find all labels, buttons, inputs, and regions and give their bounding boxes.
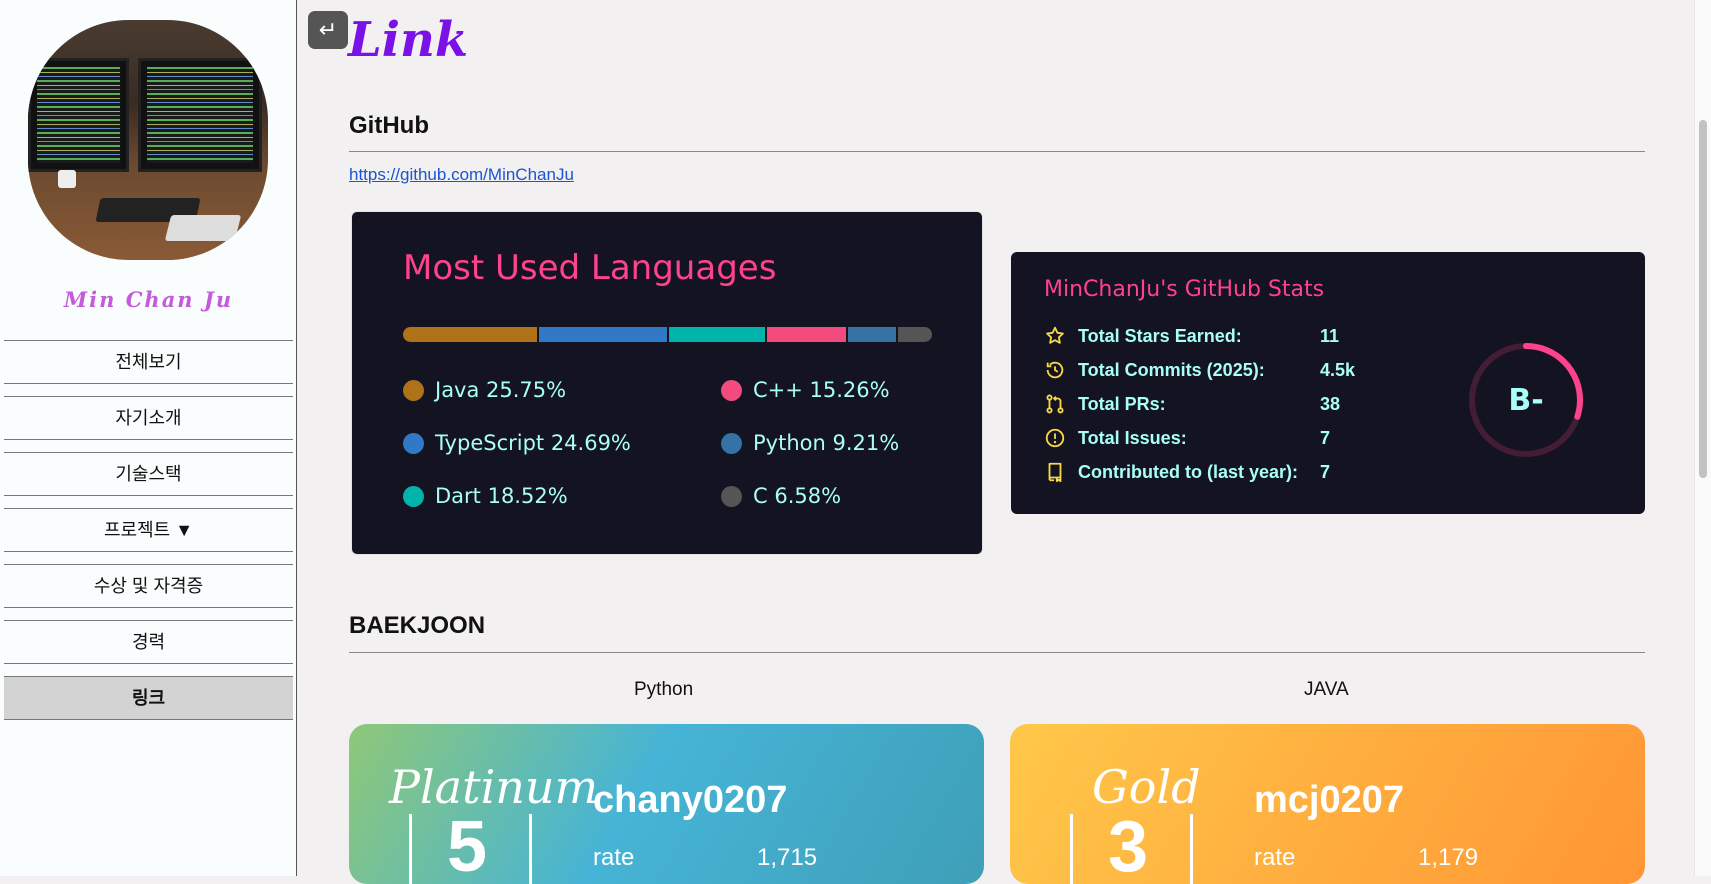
language-bar-segment: [668, 327, 765, 342]
nav-item-projects[interactable]: 프로젝트 ▼: [4, 508, 293, 552]
nav-item-tech-stack[interactable]: 기술스택: [4, 452, 293, 496]
baekjoon-card-python[interactable]: Platinum 5 chany0207 rate 1,715: [349, 724, 984, 884]
language-dot-icon: [403, 379, 424, 401]
baekjoon-username: mcj0207: [1254, 779, 1405, 821]
baekjoon-java-label: JAVA: [1304, 679, 1349, 700]
tier-level: 5: [447, 807, 488, 884]
language-legend-item: Python 9.21%: [721, 431, 899, 455]
language-dot-icon: [721, 379, 742, 401]
stat-row-commits: Total Commits (2025): 4.5k: [1044, 358, 1355, 382]
sidebar-nav: 전체보기 자기소개 기술스택 프로젝트 ▼ 수상 및 자격증 경력 링크: [4, 340, 293, 732]
pull-request-icon: [1046, 394, 1064, 414]
stat-value: 4.5k: [1320, 360, 1356, 380]
languages-bar: [403, 327, 932, 342]
nav-item-about[interactable]: 자기소개: [4, 396, 293, 440]
language-dot-icon: [721, 432, 742, 454]
rate-label: rate: [593, 844, 635, 871]
github-link[interactable]: https://github.com/MinChanJu: [349, 165, 574, 185]
language-legend-item: Dart 18.52%: [403, 484, 568, 508]
tier-name: Platinum: [389, 760, 599, 814]
rate-label: rate: [1254, 844, 1296, 871]
language-dot-icon: [721, 485, 742, 507]
nav-item-career[interactable]: 경력: [4, 620, 293, 664]
stat-row-stars: Total Stars Earned: 11: [1044, 324, 1339, 348]
nav-item-all[interactable]: 전체보기: [4, 340, 293, 384]
language-label: TypeScript 24.69%: [435, 431, 631, 455]
baekjoon-username: chany0207: [593, 779, 788, 821]
stats-card-title: MinChanJu's GitHub Stats: [1044, 277, 1325, 302]
language-legend-item: TypeScript 24.69%: [403, 431, 631, 455]
rate-value: 1,179: [1418, 844, 1479, 871]
language-label: Python 9.21%: [753, 431, 900, 455]
github-heading: GitHub: [349, 112, 429, 139]
scrollbar-thumb[interactable]: [1699, 120, 1707, 478]
language-dot-icon: [403, 485, 424, 507]
baekjoon-heading: BAEKJOON: [349, 612, 486, 639]
stat-value: 38: [1320, 394, 1341, 414]
language-bar-segment: [848, 327, 896, 342]
vertical-scrollbar[interactable]: [1694, 0, 1711, 876]
page-title: Link: [348, 12, 469, 68]
star-icon: [1046, 326, 1064, 344]
language-bar-segment: [403, 327, 537, 342]
language-bar-segment: [766, 327, 847, 342]
divider: [529, 814, 532, 884]
language-bar-segment: [897, 327, 932, 342]
sidebar: Min Chan Ju 전체보기 자기소개 기술스택 프로젝트 ▼ 수상 및 자…: [0, 0, 297, 876]
rate-value: 1,715: [757, 844, 818, 871]
most-used-languages-card: Most Used Languages Java 25.75% TypeScrip…: [351, 211, 983, 555]
repo-icon: [1048, 462, 1062, 483]
stat-value: 11: [1320, 326, 1340, 346]
back-button[interactable]: ↵: [308, 11, 348, 49]
return-arrow-icon: ↵: [318, 17, 338, 42]
language-bar-segment: [538, 327, 667, 342]
language-label: C++ 15.26%: [753, 378, 890, 402]
stat-row-contributed: Contributed to (last year): 7: [1044, 460, 1330, 484]
divider: [1070, 814, 1073, 884]
divider: [1190, 814, 1193, 884]
rank-circle: B-: [1469, 343, 1583, 457]
stat-row-issues: Total Issues: 7: [1044, 426, 1330, 450]
language-legend-item: C 6.58%: [721, 484, 841, 508]
profile-image: [28, 20, 268, 260]
stat-value: 7: [1320, 428, 1331, 448]
language-dot-icon: [403, 432, 424, 454]
divider: [409, 814, 412, 884]
github-stats-card: MinChanJu's GitHub Stats Total Stars Ear…: [1011, 252, 1645, 514]
stat-row-prs: Total PRs: 38: [1044, 392, 1340, 416]
stat-value: 7: [1320, 462, 1331, 482]
language-label: Java 25.75%: [435, 378, 567, 402]
history-icon: [1046, 361, 1064, 379]
language-legend-item: Java 25.75%: [403, 378, 566, 402]
language-legend-item: C++ 15.26%: [721, 378, 890, 402]
divider: [349, 151, 1645, 152]
rank-grade: B-: [1508, 383, 1543, 418]
tier-level: 3: [1108, 807, 1149, 884]
baekjoon-card-java[interactable]: Gold 3 mcj0207 rate 1,179: [1010, 724, 1645, 884]
issue-icon: [1045, 428, 1065, 448]
language-label: C 6.58%: [753, 484, 842, 508]
language-label: Dart 18.52%: [435, 484, 568, 508]
nav-item-awards[interactable]: 수상 및 자격증: [4, 564, 293, 608]
profile-name: Min Chan Ju: [63, 287, 234, 312]
languages-card-title: Most Used Languages: [403, 248, 777, 288]
nav-item-links[interactable]: 링크: [4, 676, 293, 720]
baekjoon-python-label: Python: [634, 679, 694, 700]
divider: [349, 652, 1645, 653]
